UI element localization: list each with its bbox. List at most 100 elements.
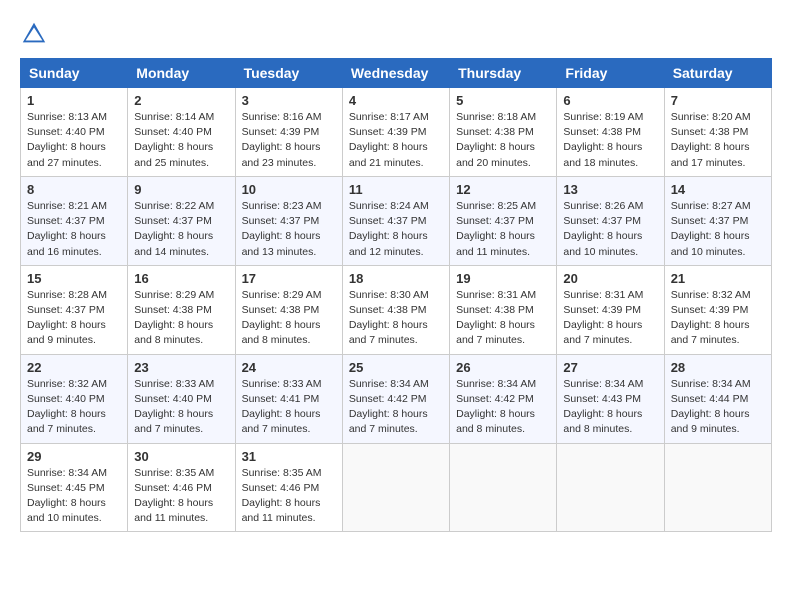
calendar-header-tuesday: Tuesday bbox=[235, 59, 342, 88]
calendar-cell: 25 Sunrise: 8:34 AMSunset: 4:42 PMDayligh… bbox=[342, 354, 449, 443]
day-info: Sunrise: 8:18 AMSunset: 4:38 PMDaylight:… bbox=[456, 110, 550, 171]
day-info: Sunrise: 8:34 AMSunset: 4:43 PMDaylight:… bbox=[563, 377, 657, 438]
calendar-cell: 17 Sunrise: 8:29 AMSunset: 4:38 PMDayligh… bbox=[235, 265, 342, 354]
calendar-week-1: 1 Sunrise: 8:13 AMSunset: 4:40 PMDaylight… bbox=[21, 88, 772, 177]
logo-icon bbox=[20, 20, 48, 48]
calendar-cell: 1 Sunrise: 8:13 AMSunset: 4:40 PMDaylight… bbox=[21, 88, 128, 177]
day-number: 27 bbox=[563, 360, 657, 375]
calendar-cell: 2 Sunrise: 8:14 AMSunset: 4:40 PMDaylight… bbox=[128, 88, 235, 177]
day-info: Sunrise: 8:35 AMSunset: 4:46 PMDaylight:… bbox=[134, 466, 228, 527]
day-number: 8 bbox=[27, 182, 121, 197]
day-number: 30 bbox=[134, 449, 228, 464]
day-info: Sunrise: 8:20 AMSunset: 4:38 PMDaylight:… bbox=[671, 110, 765, 171]
day-info: Sunrise: 8:35 AMSunset: 4:46 PMDaylight:… bbox=[242, 466, 336, 527]
day-number: 31 bbox=[242, 449, 336, 464]
day-number: 6 bbox=[563, 93, 657, 108]
day-info: Sunrise: 8:17 AMSunset: 4:39 PMDaylight:… bbox=[349, 110, 443, 171]
calendar-cell: 18 Sunrise: 8:30 AMSunset: 4:38 PMDayligh… bbox=[342, 265, 449, 354]
day-info: Sunrise: 8:30 AMSunset: 4:38 PMDaylight:… bbox=[349, 288, 443, 349]
calendar-cell: 23 Sunrise: 8:33 AMSunset: 4:40 PMDayligh… bbox=[128, 354, 235, 443]
calendar-cell: 5 Sunrise: 8:18 AMSunset: 4:38 PMDaylight… bbox=[450, 88, 557, 177]
day-number: 20 bbox=[563, 271, 657, 286]
day-number: 23 bbox=[134, 360, 228, 375]
day-number: 10 bbox=[242, 182, 336, 197]
calendar-cell bbox=[664, 443, 771, 532]
day-number: 5 bbox=[456, 93, 550, 108]
calendar-cell: 21 Sunrise: 8:32 AMSunset: 4:39 PMDayligh… bbox=[664, 265, 771, 354]
page-header bbox=[20, 20, 772, 48]
calendar-cell: 13 Sunrise: 8:26 AMSunset: 4:37 PMDayligh… bbox=[557, 176, 664, 265]
day-info: Sunrise: 8:25 AMSunset: 4:37 PMDaylight:… bbox=[456, 199, 550, 260]
calendar-header-saturday: Saturday bbox=[664, 59, 771, 88]
calendar-header-monday: Monday bbox=[128, 59, 235, 88]
calendar-header-friday: Friday bbox=[557, 59, 664, 88]
day-info: Sunrise: 8:33 AMSunset: 4:41 PMDaylight:… bbox=[242, 377, 336, 438]
calendar-cell: 11Sunrise: 8:24 AMSunset: 4:37 PMDayligh… bbox=[342, 176, 449, 265]
calendar-header-row: SundayMondayTuesdayWednesdayThursdayFrid… bbox=[21, 59, 772, 88]
day-info: Sunrise: 8:22 AMSunset: 4:37 PMDaylight:… bbox=[134, 199, 228, 260]
day-number: 12 bbox=[456, 182, 550, 197]
day-info: Sunrise: 8:31 AMSunset: 4:38 PMDaylight:… bbox=[456, 288, 550, 349]
day-info: Sunrise: 8:34 AMSunset: 4:42 PMDaylight:… bbox=[349, 377, 443, 438]
day-number: 17 bbox=[242, 271, 336, 286]
calendar-cell: 28 Sunrise: 8:34 AMSunset: 4:44 PMDayligh… bbox=[664, 354, 771, 443]
calendar-cell: 7 Sunrise: 8:20 AMSunset: 4:38 PMDaylight… bbox=[664, 88, 771, 177]
calendar-cell: 31 Sunrise: 8:35 AMSunset: 4:46 PMDayligh… bbox=[235, 443, 342, 532]
day-info: Sunrise: 8:29 AMSunset: 4:38 PMDaylight:… bbox=[242, 288, 336, 349]
day-info: Sunrise: 8:23 AMSunset: 4:37 PMDaylight:… bbox=[242, 199, 336, 260]
day-number: 21 bbox=[671, 271, 765, 286]
calendar-cell: 8 Sunrise: 8:21 AMSunset: 4:37 PMDaylight… bbox=[21, 176, 128, 265]
calendar-cell: 16 Sunrise: 8:29 AMSunset: 4:38 PMDayligh… bbox=[128, 265, 235, 354]
day-info: Sunrise: 8:13 AMSunset: 4:40 PMDaylight:… bbox=[27, 110, 121, 171]
day-info: Sunrise: 8:31 AMSunset: 4:39 PMDaylight:… bbox=[563, 288, 657, 349]
day-info: Sunrise: 8:24 AMSunset: 4:37 PMDaylight:… bbox=[349, 199, 443, 260]
day-number: 13 bbox=[563, 182, 657, 197]
day-number: 1 bbox=[27, 93, 121, 108]
day-number: 7 bbox=[671, 93, 765, 108]
day-info: Sunrise: 8:34 AMSunset: 4:42 PMDaylight:… bbox=[456, 377, 550, 438]
calendar-week-2: 8 Sunrise: 8:21 AMSunset: 4:37 PMDaylight… bbox=[21, 176, 772, 265]
calendar-cell bbox=[342, 443, 449, 532]
calendar-cell bbox=[557, 443, 664, 532]
calendar-cell: 22Sunrise: 8:32 AMSunset: 4:40 PMDayligh… bbox=[21, 354, 128, 443]
day-info: Sunrise: 8:32 AMSunset: 4:39 PMDaylight:… bbox=[671, 288, 765, 349]
day-number: 14 bbox=[671, 182, 765, 197]
calendar-week-3: 15 Sunrise: 8:28 AMSunset: 4:37 PMDayligh… bbox=[21, 265, 772, 354]
day-number: 26 bbox=[456, 360, 550, 375]
day-number: 28 bbox=[671, 360, 765, 375]
day-info: Sunrise: 8:16 AMSunset: 4:39 PMDaylight:… bbox=[242, 110, 336, 171]
calendar-cell: 24Sunrise: 8:33 AMSunset: 4:41 PMDayligh… bbox=[235, 354, 342, 443]
calendar-cell: 14 Sunrise: 8:27 AMSunset: 4:37 PMDayligh… bbox=[664, 176, 771, 265]
calendar-cell: 29Sunrise: 8:34 AMSunset: 4:45 PMDayligh… bbox=[21, 443, 128, 532]
calendar-cell: 12 Sunrise: 8:25 AMSunset: 4:37 PMDayligh… bbox=[450, 176, 557, 265]
calendar-cell: 9 Sunrise: 8:22 AMSunset: 4:37 PMDaylight… bbox=[128, 176, 235, 265]
calendar-cell bbox=[450, 443, 557, 532]
day-info: Sunrise: 8:28 AMSunset: 4:37 PMDaylight:… bbox=[27, 288, 121, 349]
day-number: 9 bbox=[134, 182, 228, 197]
day-number: 18 bbox=[349, 271, 443, 286]
day-number: 25 bbox=[349, 360, 443, 375]
calendar-week-4: 22Sunrise: 8:32 AMSunset: 4:40 PMDayligh… bbox=[21, 354, 772, 443]
calendar-cell: 6 Sunrise: 8:19 AMSunset: 4:38 PMDaylight… bbox=[557, 88, 664, 177]
calendar-cell: 20 Sunrise: 8:31 AMSunset: 4:39 PMDayligh… bbox=[557, 265, 664, 354]
calendar-header-wednesday: Wednesday bbox=[342, 59, 449, 88]
day-number: 3 bbox=[242, 93, 336, 108]
day-number: 2 bbox=[134, 93, 228, 108]
day-number: 15 bbox=[27, 271, 121, 286]
calendar-cell: 10 Sunrise: 8:23 AMSunset: 4:37 PMDayligh… bbox=[235, 176, 342, 265]
day-info: Sunrise: 8:19 AMSunset: 4:38 PMDaylight:… bbox=[563, 110, 657, 171]
day-number: 4 bbox=[349, 93, 443, 108]
day-info: Sunrise: 8:21 AMSunset: 4:37 PMDaylight:… bbox=[27, 199, 121, 260]
logo bbox=[20, 20, 52, 48]
day-number: 19 bbox=[456, 271, 550, 286]
calendar-header-sunday: Sunday bbox=[21, 59, 128, 88]
day-info: Sunrise: 8:32 AMSunset: 4:40 PMDaylight:… bbox=[27, 377, 121, 438]
day-info: Sunrise: 8:29 AMSunset: 4:38 PMDaylight:… bbox=[134, 288, 228, 349]
day-info: Sunrise: 8:27 AMSunset: 4:37 PMDaylight:… bbox=[671, 199, 765, 260]
day-info: Sunrise: 8:26 AMSunset: 4:37 PMDaylight:… bbox=[563, 199, 657, 260]
day-info: Sunrise: 8:34 AMSunset: 4:44 PMDaylight:… bbox=[671, 377, 765, 438]
day-info: Sunrise: 8:14 AMSunset: 4:40 PMDaylight:… bbox=[134, 110, 228, 171]
day-info: Sunrise: 8:33 AMSunset: 4:40 PMDaylight:… bbox=[134, 377, 228, 438]
day-number: 16 bbox=[134, 271, 228, 286]
calendar-cell: 3 Sunrise: 8:16 AMSunset: 4:39 PMDaylight… bbox=[235, 88, 342, 177]
